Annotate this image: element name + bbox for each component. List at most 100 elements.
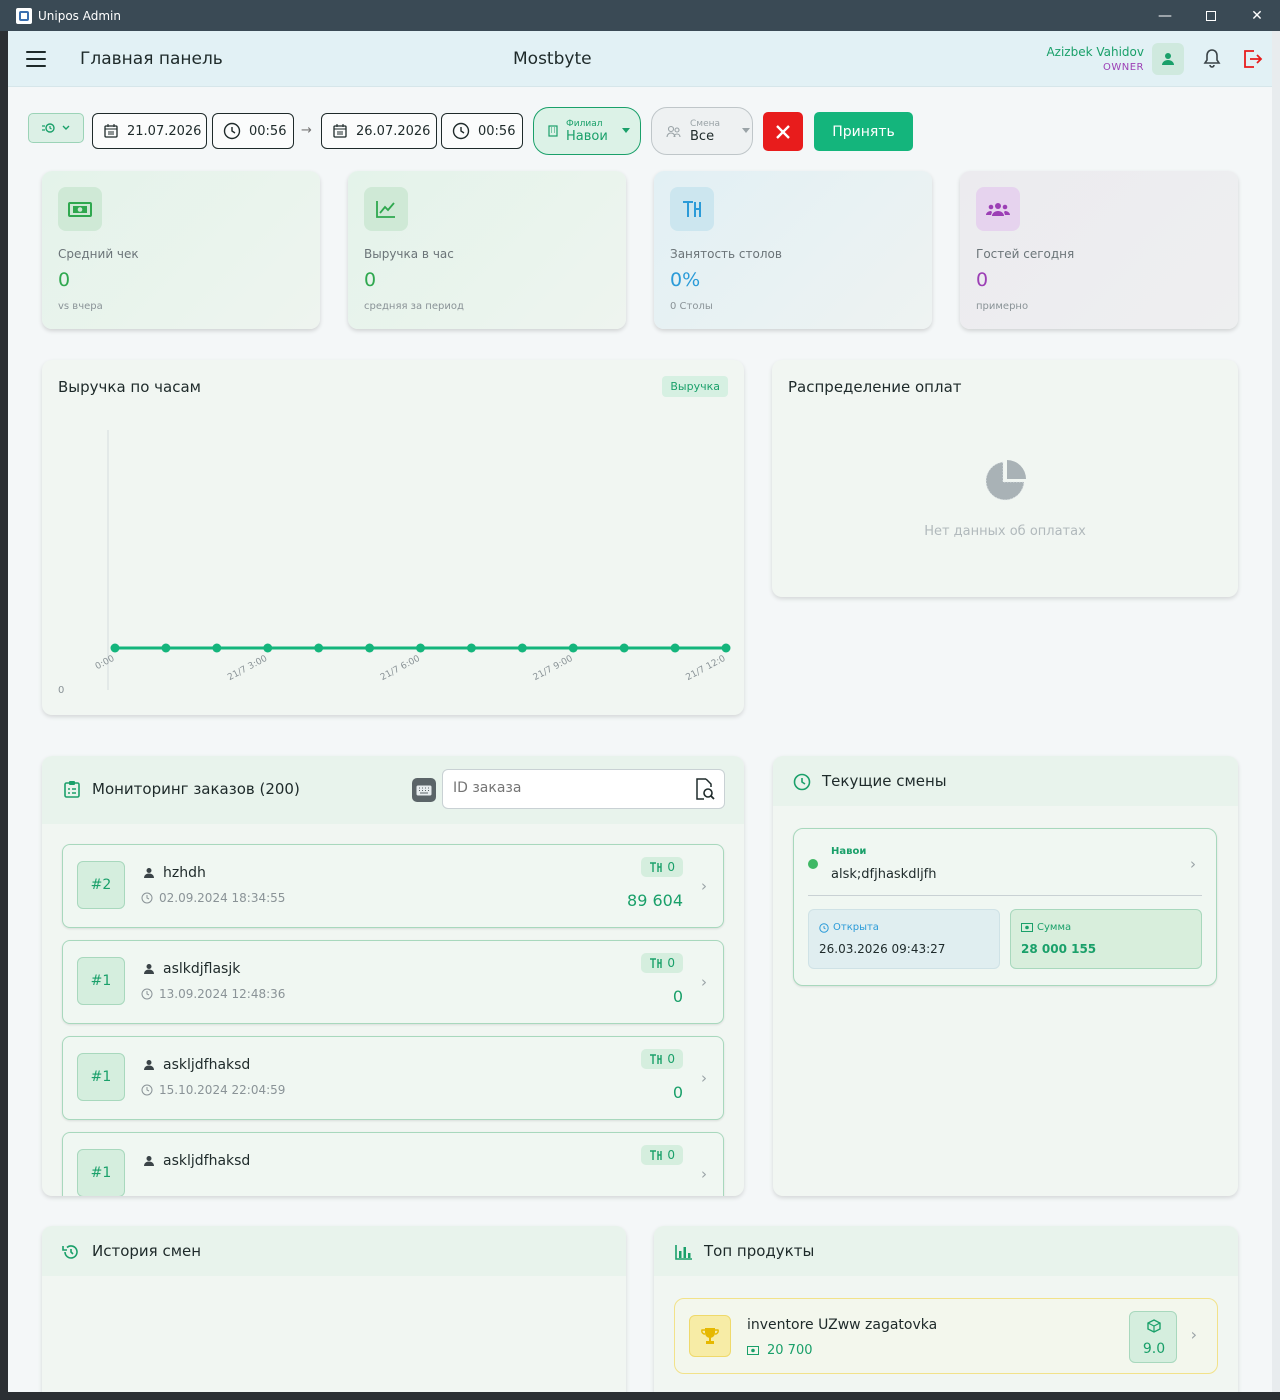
close-window-button[interactable]: ✕ <box>1234 0 1280 31</box>
menu-icon[interactable] <box>26 51 46 67</box>
x-tick-label: 21/7 12:0 <box>684 654 727 683</box>
x-tick-label: 21/7 6:00 <box>379 654 422 683</box>
arrow-right-icon: → <box>301 123 312 138</box>
order-number: #1 <box>77 957 125 1005</box>
shift-select[interactable]: Смена Все <box>651 107 753 155</box>
order-row[interactable]: #1 askljdfhaksd 0 › <box>62 1132 724 1196</box>
shift-card[interactable]: Навои alsk;dfjhaskdljfh › Открыта 26.03.… <box>793 828 1217 986</box>
date-from-input[interactable]: 21.07.2026 <box>92 113 207 149</box>
stat-value: 0 <box>364 269 377 291</box>
stat-label: Гостей сегодня <box>976 247 1075 261</box>
order-user: askljdfhaksd <box>163 1153 251 1169</box>
user-icon <box>144 868 154 878</box>
shift-value: Все <box>690 128 715 144</box>
stat-card-guests-today: Гостей сегодня 0 примерно <box>960 171 1238 329</box>
revenue-chart: 0 0:00 21/7 3:00 21/7 6:00 21/7 9:00 21/7 12:… <box>58 430 731 696</box>
maximize-button[interactable] <box>1188 0 1234 31</box>
accept-button[interactable]: Принять <box>814 112 913 151</box>
divider <box>808 895 1202 896</box>
sum-value: 28 000 155 <box>1021 942 1097 956</box>
stat-label: Занятость столов <box>670 247 782 261</box>
panel-title: Распределение оплат <box>788 378 962 396</box>
order-sum: 0 <box>672 1083 683 1102</box>
order-table: 0 <box>667 956 675 970</box>
order-table-badge: 0 <box>641 1145 683 1165</box>
calendar-icon <box>333 124 347 138</box>
order-table-badge: 0 <box>641 953 683 973</box>
shift-name: alsk;dfjhaskdljfh <box>831 867 937 882</box>
data-point <box>212 643 222 653</box>
stat-sub: 0 Столы <box>670 301 713 312</box>
document-search-icon[interactable] <box>694 778 716 802</box>
order-row[interactable]: #1 askljdfhaksd 15.10.2024 22:04:59 0 0 › <box>62 1036 724 1120</box>
time-to-value: 00:56 <box>478 123 516 139</box>
date-to-input[interactable]: 26.07.2026 <box>321 113 437 149</box>
chevron-right-icon: › <box>1190 1325 1197 1344</box>
stat-sub: средняя за период <box>364 301 464 312</box>
user-name: Azizbek Vahidov <box>1046 45 1144 59</box>
order-time: 13.09.2024 12:48:36 <box>159 987 286 1001</box>
data-point <box>365 643 375 653</box>
branch-select[interactable]: Филиал Навои <box>533 107 641 155</box>
stat-sub: примерно <box>976 301 1029 312</box>
user-icon <box>144 1060 154 1070</box>
table-icon <box>650 1054 663 1064</box>
logout-icon[interactable] <box>1240 47 1264 71</box>
pie-chart-icon <box>985 460 1026 501</box>
order-id-search[interactable] <box>442 769 725 809</box>
order-id-input[interactable] <box>453 780 683 796</box>
bell-icon[interactable] <box>1200 47 1224 71</box>
table-icon <box>650 1150 663 1160</box>
trend-icon <box>364 187 408 231</box>
refresh-mode-dropdown[interactable] <box>28 113 84 143</box>
history-icon <box>62 1245 78 1259</box>
order-time: 15.10.2024 22:04:59 <box>159 1083 286 1097</box>
minimize-button[interactable]: — <box>1142 0 1188 31</box>
shift-sum-box: Сумма 28 000 155 <box>1010 909 1202 969</box>
money-icon <box>58 187 102 231</box>
order-sum: 0 <box>672 987 683 1006</box>
orders-header: Мониторинг заказов (200) <box>42 756 744 824</box>
data-point <box>314 643 324 653</box>
data-point <box>416 643 425 653</box>
time-from-input[interactable]: 00:56 <box>212 113 294 149</box>
order-table: 0 <box>667 860 675 874</box>
auto-refresh-icon <box>42 123 55 133</box>
clear-filters-button[interactable] <box>763 112 803 151</box>
sum-label: Сумма <box>1037 922 1072 933</box>
keyboard-icon <box>416 785 432 795</box>
time-to-input[interactable]: 00:56 <box>441 113 523 149</box>
order-row[interactable]: #2 hzhdh 02.09.2024 18:34:55 0 89 604 › <box>62 844 724 928</box>
order-table: 0 <box>667 1148 675 1162</box>
order-row[interactable]: #1 aslkdjflasjk 13.09.2024 12:48:36 0 0 › <box>62 940 724 1024</box>
revenue-by-hour-panel: Выручка по часам Выручка 0 0:00 21/7 3:00 2… <box>42 360 744 715</box>
order-number: #1 <box>77 1053 125 1101</box>
top-product-item[interactable]: inventore UZww zagatovka 20 700 9.0 › <box>674 1298 1218 1374</box>
keyboard-button[interactable] <box>412 778 436 802</box>
stat-value: 0 <box>976 269 989 291</box>
clock-icon <box>452 122 470 140</box>
product-qty: 9.0 <box>1142 1341 1166 1357</box>
current-shifts-header: Текущие смены <box>773 756 1238 806</box>
stat-card-average-check: Средний чек 0 vs вчера <box>42 171 320 329</box>
chevron-right-icon: › <box>1190 855 1196 873</box>
clock-icon <box>141 1084 153 1096</box>
orders-title: Мониторинг заказов (200) <box>92 780 300 798</box>
data-point <box>161 643 171 653</box>
stat-card-revenue-per-hour: Выручка в час 0 средняя за период <box>348 171 626 329</box>
payment-distribution-panel: Распределение оплат Нет данных об оплата… <box>772 360 1238 597</box>
stat-label: Средний чек <box>58 247 139 261</box>
avatar[interactable] <box>1152 43 1184 75</box>
stat-card-table-occupancy: Занятость столов 0% 0 Столы <box>654 171 932 329</box>
empty-state-text: Нет данных об оплатах <box>924 524 1086 539</box>
order-table-badge: 0 <box>641 1049 683 1069</box>
trophy-icon <box>689 1315 731 1357</box>
product-price: 20 700 <box>767 1343 813 1358</box>
data-point <box>619 643 629 653</box>
app-header: Главная панель Mostbyte Azizbek Vahidov … <box>8 31 1272 87</box>
x-tick-label: 21/7 3:00 <box>226 654 269 683</box>
box-icon <box>1147 1319 1161 1333</box>
clock-icon <box>819 922 829 933</box>
order-number: #1 <box>77 1149 125 1196</box>
money-icon <box>747 1346 759 1355</box>
